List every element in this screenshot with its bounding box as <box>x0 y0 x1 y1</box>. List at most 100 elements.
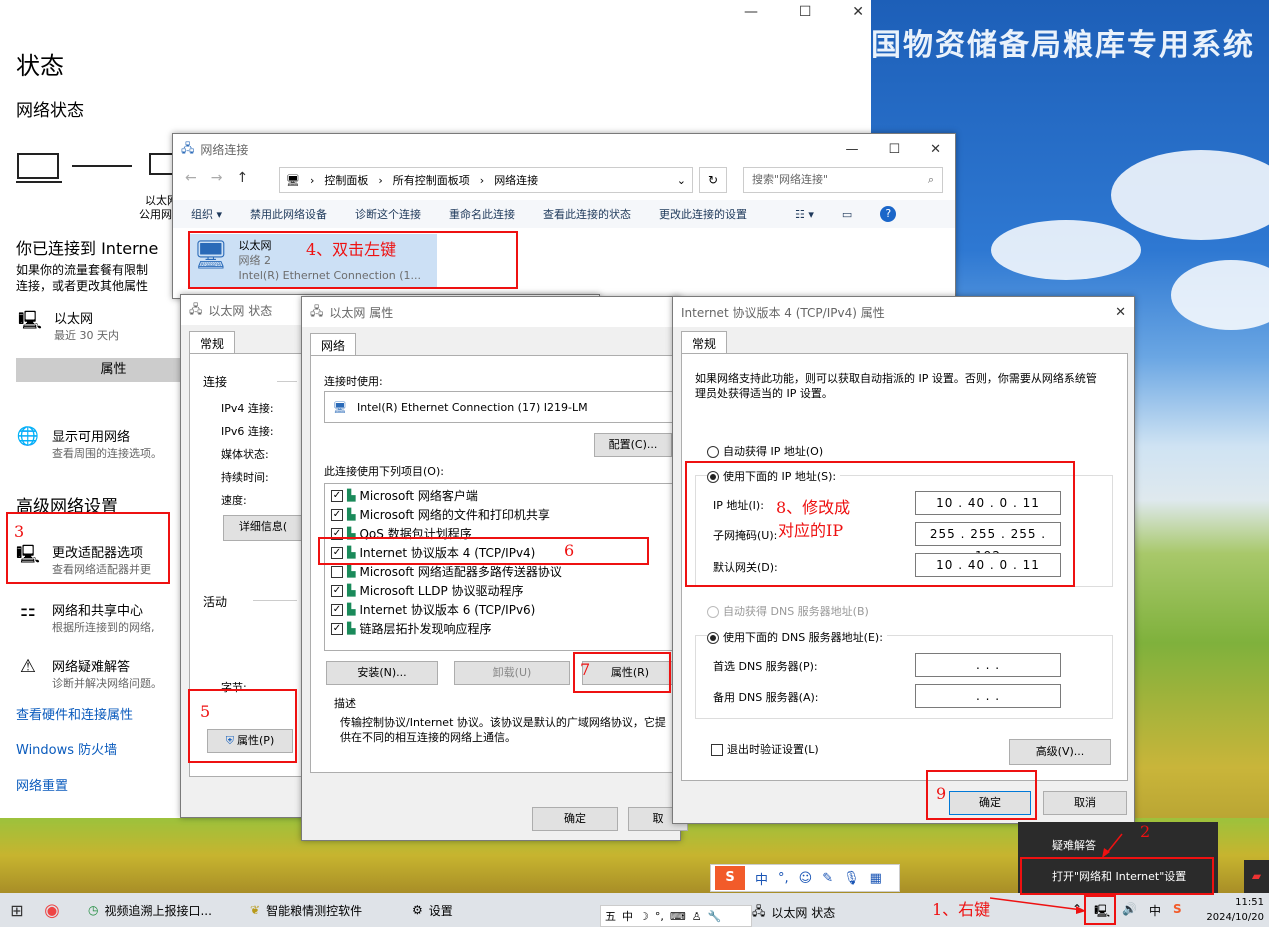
breadcrumb-control-panel[interactable]: 控制面板 <box>324 172 368 188</box>
taskbar-app-video[interactable]: ◷ 视频追溯上报接口... <box>88 902 238 919</box>
preview-pane-icon[interactable]: ▭ <box>842 208 852 221</box>
list-item[interactable]: ✓ ▙ QoS 数据包计划程序 <box>331 524 667 543</box>
preferred-dns-field[interactable]: . . . <box>915 653 1061 677</box>
checkbox-icon[interactable] <box>331 565 343 578</box>
details-button[interactable]: 详细信息( <box>223 515 303 541</box>
organize-menu[interactable]: 组织 ▾ <box>191 206 222 222</box>
show-networks-item[interactable]: 🌐 显示可用网络 查看周围的连接选项。 <box>16 426 162 461</box>
breadcrumb-all-items[interactable]: 所有控制面板项 <box>393 172 470 188</box>
up-icon[interactable]: ↑ <box>236 170 248 186</box>
uninstall-button[interactable]: 卸载(U) <box>454 661 570 685</box>
close-icon[interactable]: ✕ <box>852 4 864 20</box>
ip-address-field[interactable]: 10 . 40 . 0 . 11 <box>915 491 1061 515</box>
forward-icon[interactable]: → <box>211 170 223 186</box>
status-properties-button[interactable]: ⛨ 属性(P) <box>207 729 293 753</box>
emoji-icon[interactable]: ☺ <box>799 871 813 886</box>
refresh-icon[interactable]: ↻ <box>699 167 727 193</box>
gateway-field[interactable]: 10 . 40 . 0 . 11 <box>915 553 1061 577</box>
ime-logo-icon[interactable]: 五 <box>605 908 616 924</box>
list-item[interactable]: ✓ ▙ Internet 协议版本 6 (TCP/IPv6) <box>331 600 667 619</box>
media-row: 媒体状态: <box>221 448 269 461</box>
ime-mode[interactable]: 中 <box>755 869 768 888</box>
ime-mode[interactable]: 中 <box>622 908 633 924</box>
pen-icon[interactable]: ✎ <box>822 871 833 886</box>
network-reset-link[interactable]: 网络重置 <box>16 775 68 794</box>
chevron-down-icon[interactable]: ⌄ <box>677 174 692 187</box>
help-icon[interactable]: ? <box>880 206 897 222</box>
ok-button[interactable]: 确定 <box>532 807 618 831</box>
alternate-dns-field[interactable]: . . . <box>915 684 1061 708</box>
checkbox-checked-icon[interactable]: ✓ <box>331 527 343 540</box>
list-item[interactable]: ✓ ▙ Microsoft 网络客户端 <box>331 486 667 505</box>
wrench-icon[interactable]: 🔧 <box>708 910 722 923</box>
checkbox-checked-icon[interactable]: ✓ <box>331 584 343 597</box>
close-icon[interactable]: ✕ <box>1115 305 1134 320</box>
moon-icon[interactable]: ☽ <box>639 910 649 923</box>
configure-button[interactable]: 配置(C)... <box>594 433 672 457</box>
auto-dns-radio[interactable]: 自动获得 DNS 服务器地址(B) <box>707 603 869 619</box>
ime-toolbar: S 中 °, ☺ ✎ 🎙 ▦ <box>710 864 900 892</box>
taskbar-app-ethernet-status[interactable]: 🖧 以太网 状态 <box>752 902 835 923</box>
maximize-icon[interactable]: ☐ <box>888 142 900 157</box>
folder-icon[interactable]: ▰ <box>1244 860 1269 893</box>
clock[interactable]: 11:51 2024/10/20 <box>1198 895 1264 925</box>
mic-icon[interactable]: 🎙 <box>843 871 860 886</box>
close-icon[interactable]: ✕ <box>930 142 941 157</box>
item-properties-button[interactable]: 属性(R) <box>582 661 678 685</box>
sogou-logo-icon[interactable]: S <box>715 866 745 890</box>
firewall-link[interactable]: Windows 防火墙 <box>16 739 117 758</box>
sogou-icon[interactable]: S <box>1173 902 1182 923</box>
tab-networking[interactable]: 网络 <box>310 333 357 357</box>
punct-icon[interactable]: °, <box>655 910 664 923</box>
ok-button[interactable]: 确定 <box>949 791 1031 815</box>
subnet-mask-field[interactable]: 255 . 255 . 255 . 192 <box>915 522 1061 563</box>
tab-general[interactable]: 常规 <box>189 331 236 355</box>
troubleshoot-item[interactable]: ⚠ 网络疑难解答 诊断并解决网络问题。 <box>16 656 162 691</box>
checkbox-checked-icon[interactable]: ✓ <box>331 489 343 502</box>
taskbar-app-settings[interactable]: ⚙ 设置 <box>412 902 542 919</box>
back-icon[interactable]: ← <box>185 170 197 186</box>
view-status-button[interactable]: 查看此连接的状态 <box>543 206 631 222</box>
list-item[interactable]: ✓ ▙ Internet 协议版本 4 (TCP/IPv4) <box>331 543 667 562</box>
items-list[interactable]: ✓ ▙ Microsoft 网络客户端 ✓ ▙ Microsoft 网络的文件和打印机共享… <box>324 483 674 651</box>
minimize-icon[interactable]: — <box>744 4 758 20</box>
user-icon[interactable]: ♙ <box>692 910 702 923</box>
disable-device-button[interactable]: 禁用此网络设备 <box>250 206 327 222</box>
list-item[interactable]: ✓ ▙ 链路层拓扑发现响应程序 <box>331 619 667 638</box>
punct-icon[interactable]: °, <box>778 871 789 886</box>
grid-icon[interactable]: ▦ <box>870 871 882 886</box>
list-item[interactable]: ▙ Microsoft 网络适配器多路传送器协议 <box>331 562 667 581</box>
change-adapter-item[interactable]: 🖳 更改适配器选项 查看网络适配器并更 <box>16 542 151 577</box>
keyboard-icon[interactable]: ⌨ <box>670 910 686 923</box>
maximize-icon[interactable]: ☐ <box>799 4 812 20</box>
install-button[interactable]: 安装(N)... <box>326 661 438 685</box>
list-item[interactable]: ✓ ▙ Microsoft LLDP 协议驱动程序 <box>331 581 667 600</box>
tab-general[interactable]: 常规 <box>681 331 728 355</box>
address-bar[interactable]: 🖥 › 控制面板 › 所有控制面板项 › 网络连接 ⌄ <box>279 167 693 193</box>
checkbox-checked-icon[interactable]: ✓ <box>331 508 343 521</box>
checkbox-checked-icon[interactable]: ✓ <box>331 603 343 616</box>
manual-ip-radio[interactable]: 使用下面的 IP 地址(S): <box>707 468 841 484</box>
diagnose-button[interactable]: 诊断这个连接 <box>355 206 421 222</box>
checkbox-checked-icon[interactable]: ✓ <box>331 622 343 635</box>
list-item[interactable]: ✓ ▙ Microsoft 网络的文件和打印机共享 <box>331 505 667 524</box>
rename-button[interactable]: 重命名此连接 <box>449 206 515 222</box>
hardware-link[interactable]: 查看硬件和连接属性 <box>16 704 133 723</box>
change-settings-button[interactable]: 更改此连接的设置 <box>659 206 747 222</box>
minimize-icon[interactable]: — <box>845 142 858 157</box>
auto-ip-radio[interactable]: 自动获得 IP 地址(O) <box>707 443 823 459</box>
sharing-center-item[interactable]: ⚏ 网络和共享中心 根据所连接到的网络, <box>16 600 155 635</box>
breadcrumb-network-connections[interactable]: 网络连接 <box>494 172 538 188</box>
ime-indicator[interactable]: 中 <box>1149 902 1161 923</box>
taskbar-app-grain[interactable]: ❦ 智能粮情测控软件 <box>250 902 400 919</box>
view-options-icon[interactable]: ☷ ▾ <box>795 208 814 221</box>
manual-dns-radio[interactable]: 使用下面的 DNS 服务器地址(E): <box>707 629 887 645</box>
advanced-button[interactable]: 高级(V)... <box>1009 739 1111 765</box>
checkbox-checked-icon[interactable]: ✓ <box>331 546 343 559</box>
browser-icon[interactable]: ◉ <box>34 900 70 921</box>
start-icon[interactable]: ⊞ <box>0 901 34 920</box>
search-input[interactable]: 搜索"网络连接" ⌕ <box>743 167 943 193</box>
app-label: 以太网 状态 <box>771 906 836 920</box>
validate-checkbox[interactable]: 退出时验证设置(L) <box>711 741 819 757</box>
cancel-button[interactable]: 取消 <box>1043 791 1127 815</box>
